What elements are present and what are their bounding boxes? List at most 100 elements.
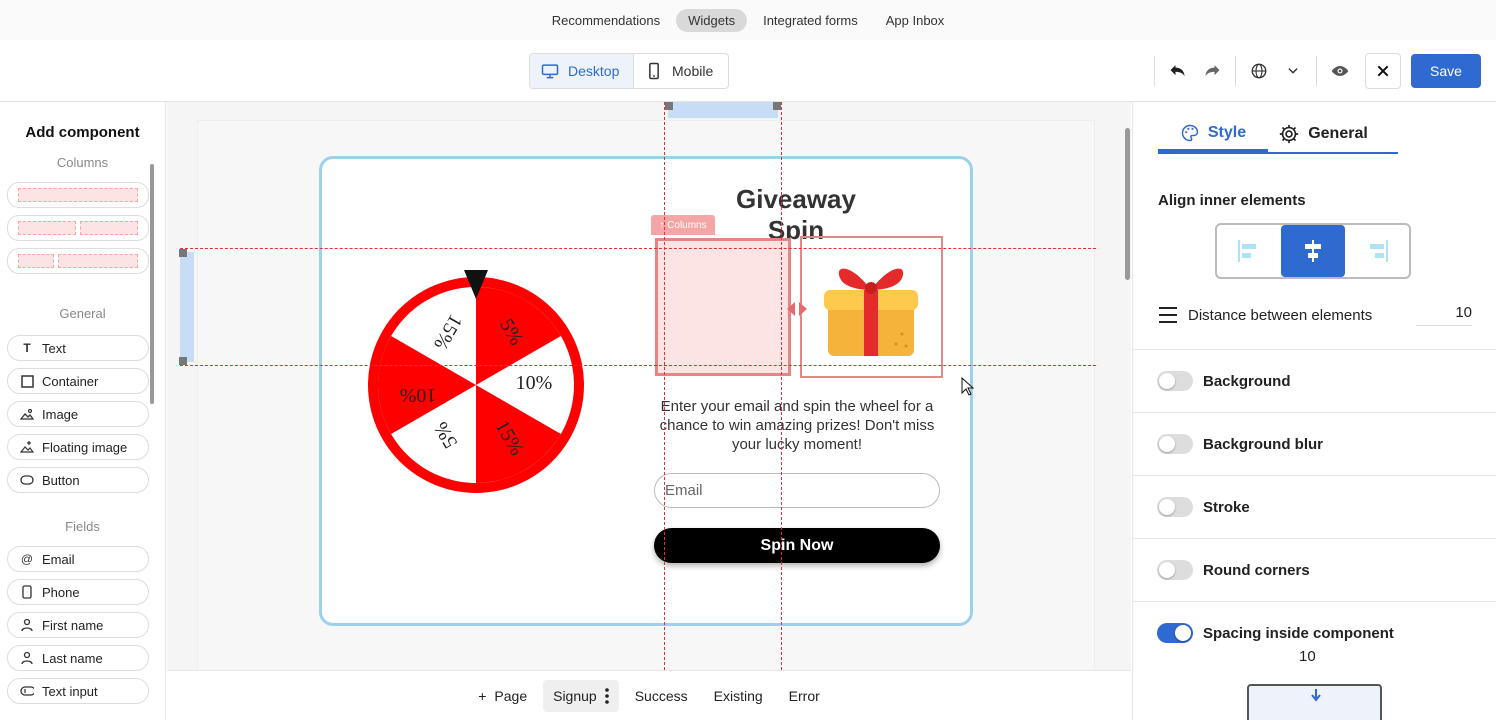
arrow-down-icon <box>1311 689 1321 702</box>
corner-handle[interactable] <box>179 357 187 365</box>
desktop-button[interactable]: Desktop <box>530 54 634 88</box>
corner-handle[interactable] <box>665 102 673 110</box>
column-left[interactable] <box>655 238 791 376</box>
field-text-input[interactable]: Text input <box>7 678 149 704</box>
nav-widgets[interactable]: Widgets <box>676 8 748 32</box>
person-icon <box>20 651 34 665</box>
field-last-name[interactable]: Last name <box>7 645 149 671</box>
component-floating-image[interactable]: Floating image <box>7 434 149 460</box>
email-input[interactable]: Email <box>654 473 940 508</box>
columns-tag[interactable]: ↑ Columns <box>651 215 715 235</box>
background-toggle[interactable] <box>1157 371 1193 391</box>
more-vertical-icon[interactable] <box>604 687 609 704</box>
nav-integrated-forms[interactable]: Integrated forms <box>751 9 870 32</box>
component-label: Image <box>42 406 79 422</box>
device-switch: Desktop Mobile <box>529 53 729 89</box>
component-text[interactable]: T Text <box>7 335 149 361</box>
button-icon <box>20 473 34 487</box>
spacing-icon <box>1159 307 1177 323</box>
mobile-button[interactable]: Mobile <box>634 54 723 88</box>
round-corners-toggle[interactable] <box>1157 560 1193 580</box>
toggle-label: Background <box>1203 372 1291 390</box>
component-button[interactable]: Button <box>7 467 149 493</box>
field-email[interactable]: @ Email <box>7 546 149 572</box>
align-right-icon <box>1370 240 1388 262</box>
add-page-button[interactable]: + Page <box>468 680 537 712</box>
gear-icon <box>1280 124 1299 144</box>
eye-icon <box>1331 66 1349 76</box>
redo-icon <box>1205 65 1220 76</box>
component-image[interactable]: Image <box>7 401 149 427</box>
person-icon <box>20 618 34 632</box>
background-blur-toggle[interactable] <box>1157 434 1193 454</box>
column-resize-icon[interactable] <box>786 300 808 318</box>
tab-error[interactable]: Error <box>779 680 830 712</box>
language-button[interactable] <box>1242 53 1276 89</box>
align-left-icon <box>1238 240 1256 262</box>
palette-icon <box>1181 124 1199 141</box>
close-icon <box>1377 65 1389 77</box>
align-buttons <box>1215 223 1411 279</box>
desktop-label: Desktop <box>568 63 620 79</box>
language-dropdown[interactable] <box>1276 53 1310 89</box>
align-center-button[interactable] <box>1281 225 1345 277</box>
general-section-label: General <box>59 306 106 321</box>
properties-tabs: Style General <box>1158 116 1398 154</box>
spin-now-button[interactable]: Spin Now <box>654 528 940 563</box>
component-label: Floating image <box>42 439 128 455</box>
guide-line <box>180 248 1096 249</box>
corner-handle[interactable] <box>179 249 187 257</box>
component-label: Last name <box>42 650 103 666</box>
component-container[interactable]: Container <box>7 368 149 394</box>
column-layout-2[interactable] <box>7 215 149 241</box>
corner-handle[interactable] <box>773 102 781 110</box>
page-tabs-bar: + Page Signup Success Existing Error <box>167 670 1131 720</box>
stroke-toggle[interactable] <box>1157 497 1193 517</box>
background-blur-row: Background blur <box>1133 412 1496 475</box>
tab-label: Signup <box>553 687 597 704</box>
selection-handle-left[interactable] <box>180 252 194 362</box>
column-layout-3[interactable] <box>7 248 149 274</box>
tab-success[interactable]: Success <box>625 680 698 712</box>
field-phone[interactable]: Phone <box>7 579 149 605</box>
container-icon <box>20 374 34 388</box>
column-layout-1[interactable] <box>7 182 149 208</box>
spacing-inside-toggle[interactable] <box>1157 623 1193 643</box>
gift-image[interactable] <box>822 254 920 358</box>
redo-button[interactable] <box>1195 53 1229 89</box>
canvas-scrollbar[interactable] <box>1125 128 1130 280</box>
undo-button[interactable] <box>1161 53 1195 89</box>
popup-description[interactable]: Enter your email and spin the wheel for … <box>654 397 940 454</box>
toggle-label: Spacing inside component <box>1203 624 1394 642</box>
close-button[interactable] <box>1365 53 1401 89</box>
mouse-cursor-icon <box>961 377 975 396</box>
spin-wheel[interactable]: 5% 10% 15% 5% 10% 15% <box>365 270 587 496</box>
align-right-button[interactable] <box>1345 225 1409 277</box>
distance-input[interactable]: 10 <box>1416 304 1472 326</box>
field-first-name[interactable]: First name <box>7 612 149 638</box>
nav-app-inbox[interactable]: App Inbox <box>874 9 957 32</box>
component-sidebar: Add component Columns General T Text Con… <box>0 102 166 720</box>
mobile-label: Mobile <box>672 63 714 79</box>
divider <box>1154 56 1155 86</box>
tab-general[interactable]: General <box>1268 116 1378 152</box>
phone-icon <box>20 585 34 599</box>
nav-recommendations[interactable]: Recommendations <box>540 9 672 32</box>
tab-style-label: Style <box>1207 123 1247 141</box>
distance-row: Distance between elements 10 <box>1158 302 1472 328</box>
distance-label: Distance between elements <box>1188 306 1373 324</box>
sidebar-scrollbar[interactable] <box>150 164 154 404</box>
component-label: First name <box>42 617 104 633</box>
tab-existing[interactable]: Existing <box>704 680 773 712</box>
mobile-icon <box>649 62 659 80</box>
align-left-button[interactable] <box>1217 225 1281 277</box>
toggle-label: Stroke <box>1203 498 1250 516</box>
guide-line <box>664 102 665 670</box>
save-button[interactable]: Save <box>1411 54 1481 88</box>
tab-signup[interactable]: Signup <box>543 679 619 712</box>
preview-button[interactable] <box>1323 53 1357 89</box>
selection-handle-top[interactable] <box>668 102 778 118</box>
chevron-down-icon <box>1288 68 1298 74</box>
spacing-value[interactable]: 10 <box>1299 648 1316 665</box>
tab-style[interactable]: Style <box>1158 116 1268 152</box>
